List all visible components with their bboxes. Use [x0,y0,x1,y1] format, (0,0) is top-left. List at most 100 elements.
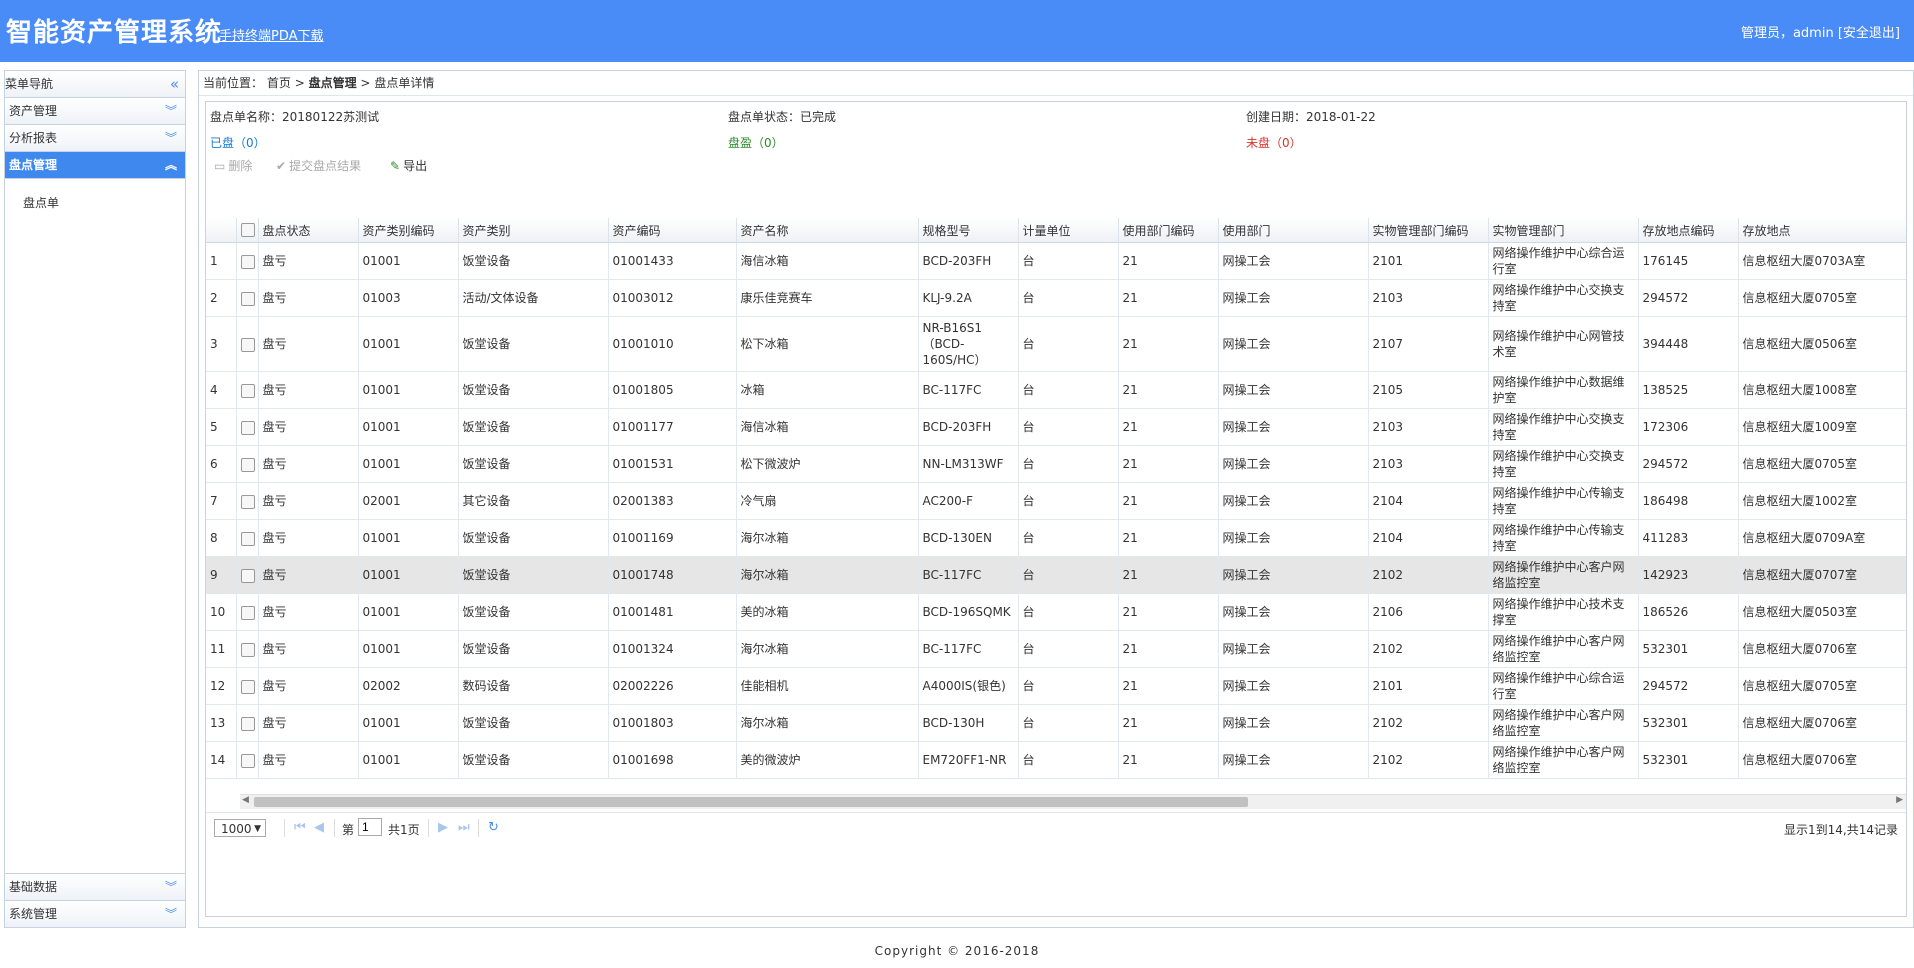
double-chevron-left-icon[interactable]: « [170,71,179,97]
row-checkbox-cell[interactable] [236,408,259,446]
table-row[interactable]: 5 盘亏 01001 饭堂设备 01001177 海信冰箱 BCD-203FH 台 21 网操工会… [206,408,1906,446]
column-header[interactable]: 存放地点 [1738,218,1906,243]
row-checkbox-cell[interactable] [236,482,259,520]
cell-dept-code: 21 [1118,741,1219,779]
last-page-icon[interactable]: ⏭ [458,820,470,835]
row-checkbox-cell[interactable] [236,593,259,631]
column-header[interactable]: 实物管理部门编码 [1368,218,1489,243]
horizontal-scrollbar[interactable]: ◀ ▶ [240,794,1906,809]
row-checkbox-cell[interactable] [236,519,259,557]
table-row[interactable]: 2 盘亏 01003 活动/文体设备 01003012 康乐佳竞赛车 KLJ-9.2A 台 21… [206,279,1906,317]
delete-button[interactable]: ▭ 删除 [214,157,252,174]
row-checkbox-cell[interactable] [236,445,259,483]
page-size-select[interactable]: 1000 ▼ [214,819,266,837]
row-checkbox[interactable] [240,642,255,657]
surplus-count-link[interactable]: 盘盈（0） [728,134,784,151]
table-row[interactable]: 9 盘亏 01001 饭堂设备 01001748 海尔冰箱 BC-117FC 台 21 网操工会 2… [206,556,1906,594]
row-checkbox-cell[interactable] [236,667,259,705]
cell-name: 海尔冰箱 [736,519,919,557]
sidebar-section-inventory[interactable]: 盘点管理 ︽ [5,152,185,179]
breadcrumb-home[interactable]: 首页 [267,76,291,90]
cell-cat: 饭堂设备 [458,316,609,372]
row-checkbox-cell[interactable] [236,279,259,317]
checked-count-link[interactable]: 已盘（0） [210,134,266,151]
row-checkbox-cell[interactable] [236,741,259,779]
sidebar-section-report[interactable]: 分析报表 ︾ [5,125,185,152]
column-header[interactable]: 使用部门编码 [1118,218,1219,243]
column-header[interactable]: 存放地点编码 [1638,218,1739,243]
row-checkbox-cell[interactable] [236,316,259,372]
row-checkbox[interactable] [240,254,255,269]
select-all-checkbox[interactable] [240,223,255,238]
row-checkbox-cell[interactable] [236,371,259,409]
row-checkbox[interactable] [240,420,255,435]
cell-loc: 信息枢纽大厦0503室 [1738,593,1906,631]
row-checkbox[interactable] [240,291,255,306]
column-header[interactable]: 使用部门 [1218,218,1369,243]
row-checkbox[interactable] [240,716,255,731]
sidebar-item-inventory-sheet[interactable]: 盘点单 [5,189,185,217]
row-checkbox-cell[interactable] [236,556,259,594]
cell-dept: 网操工会 [1218,704,1369,742]
breadcrumb-level1[interactable]: 盘点管理 [309,76,357,90]
row-checkbox[interactable] [240,605,255,620]
page-number-input[interactable] [358,818,382,836]
cell-status: 盘亏 [258,667,359,705]
sidebar-section-asset[interactable]: 资产管理 ︾ [5,98,185,125]
row-checkbox[interactable] [240,568,255,583]
table-row[interactable]: 14 盘亏 01001 饭堂设备 01001698 美的微波炉 EM720FF1-NR 台 21… [206,741,1906,779]
row-checkbox-cell[interactable] [236,242,259,280]
row-checkbox-cell[interactable] [236,630,259,668]
cell-unit: 台 [1018,371,1119,409]
row-checkbox-cell[interactable] [236,704,259,742]
scroll-left-icon[interactable]: ◀ [242,795,249,805]
row-checkbox[interactable] [240,337,255,352]
table-row[interactable]: 3 盘亏 01001 饭堂设备 01001010 松下冰箱 NR-B16S1（BCD-160… [206,316,1906,372]
scroll-right-icon[interactable]: ▶ [1896,795,1903,805]
column-header[interactable]: 资产类别 [458,218,609,243]
column-header[interactable]: 资产编码 [608,218,737,243]
first-page-icon[interactable]: ⏮ [294,820,306,835]
column-header[interactable]: 规格型号 [918,218,1019,243]
column-header[interactable]: 计量单位 [1018,218,1119,243]
table-row[interactable]: 10 盘亏 01001 饭堂设备 01001481 美的冰箱 BCD-196SQMK 台 21 网… [206,593,1906,631]
submit-result-button[interactable]: ✔ 提交盘点结果 [276,157,361,174]
table-row[interactable]: 4 盘亏 01001 饭堂设备 01001805 冰箱 BC-117FC 台 21 网操工会 210… [206,371,1906,409]
export-button[interactable]: ✎ 导出 [390,157,427,174]
column-header[interactable]: 资产名称 [736,218,919,243]
row-number: 11 [206,630,237,668]
logout-link[interactable]: [安全退出] [1838,26,1900,41]
row-checkbox[interactable] [240,383,255,398]
cell-unit: 台 [1018,593,1119,631]
table-row[interactable]: 8 盘亏 01001 饭堂设备 01001169 海尔冰箱 BCD-130EN 台 21 网操工会… [206,519,1906,557]
table-row[interactable]: 12 盘亏 02002 数码设备 02002226 佳能相机 A4000IS(银色) 台 21 网… [206,667,1906,705]
app-header: 智能资产管理系统 手持终端PDA下载 管理员，admin [安全退出] [0,0,1914,62]
cell-cat-code: 01001 [358,316,459,372]
row-checkbox[interactable] [240,494,255,509]
scrollbar-thumb[interactable] [254,797,1248,807]
table-row[interactable]: 11 盘亏 01001 饭堂设备 01001324 海尔冰箱 BC-117FC 台 21 网操工会… [206,630,1906,668]
row-checkbox[interactable] [240,679,255,694]
cell-model: BC-117FC [918,556,1019,594]
pda-download-link[interactable]: 手持终端PDA下载 [219,25,324,44]
refresh-icon[interactable]: ↻ [488,820,499,835]
table-row[interactable]: 7 盘亏 02001 其它设备 02001383 冷气扇 AC200-F 台 21 网操工会 210… [206,482,1906,520]
sheet-status-label: 盘点单状态： [728,110,801,124]
table-row[interactable]: 13 盘亏 01001 饭堂设备 01001803 海尔冰箱 BCD-130H 台 21 网操工会… [206,704,1906,742]
column-header[interactable]: 实物管理部门 [1488,218,1639,243]
table-row[interactable]: 1 盘亏 01001 饭堂设备 01001433 海信冰箱 BCD-203FH 台 21 网操工会… [206,242,1906,280]
sidebar-section-system[interactable]: 系统管理 ︾ [5,900,185,927]
row-checkbox[interactable] [240,531,255,546]
next-page-icon[interactable]: ▶ [438,820,448,835]
table-row[interactable]: 6 盘亏 01001 饭堂设备 01001531 松下微波炉 NN-LM313WF 台 21 网操… [206,445,1906,483]
header-checkbox[interactable] [236,218,259,243]
row-checkbox[interactable] [240,457,255,472]
prev-page-icon[interactable]: ◀ [314,820,324,835]
column-header[interactable]: 资产类别编码 [358,218,459,243]
info-row-1: 盘点单名称：20180122苏测试 盘点单状态：已完成 创建日期：2018-01… [206,102,1906,128]
row-checkbox[interactable] [240,753,255,768]
unchecked-count-link[interactable]: 未盘（0） [1246,134,1302,151]
cell-cat: 数码设备 [458,667,609,705]
column-header[interactable]: 盘点状态 [258,218,359,243]
sidebar-section-basic-data[interactable]: 基础数据 ︾ [5,873,185,900]
